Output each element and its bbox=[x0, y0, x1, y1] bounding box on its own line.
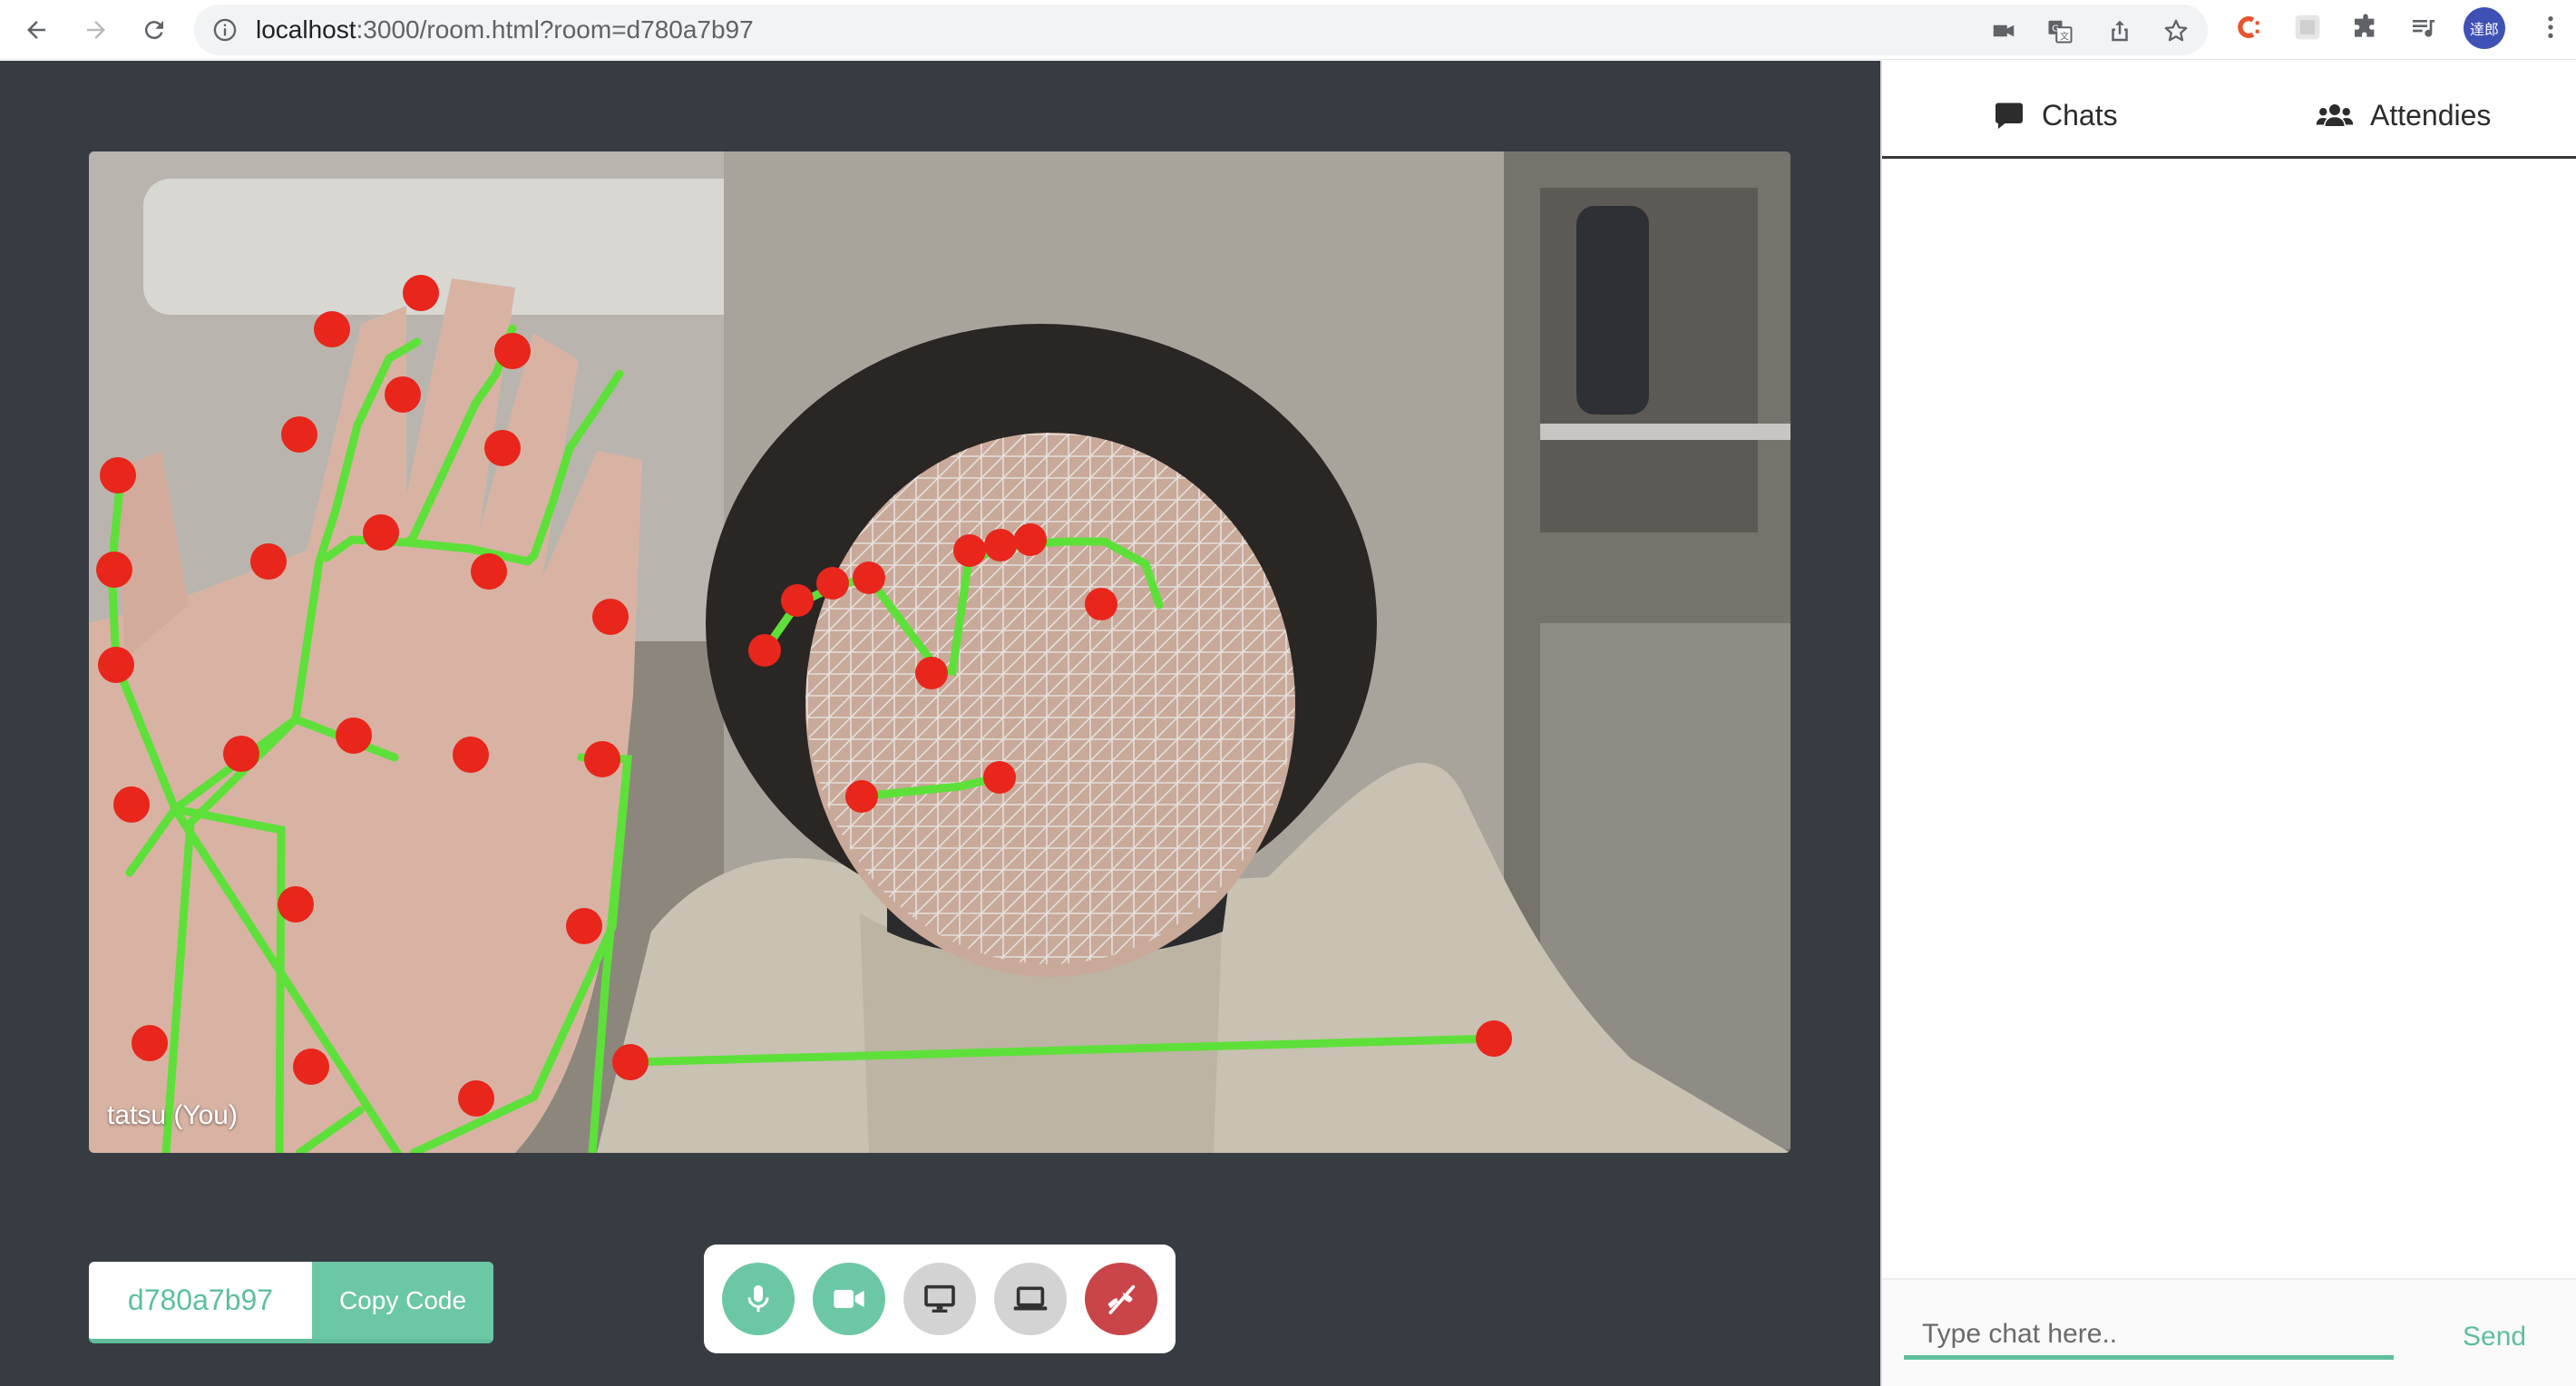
url-host: localhost bbox=[256, 15, 356, 44]
svg-text:文: 文 bbox=[2060, 30, 2069, 42]
browser-toolbar: localhost:3000/room.html?room=d780a7b97 … bbox=[0, 0, 2576, 60]
info-icon[interactable] bbox=[212, 17, 238, 43]
mic-button[interactable] bbox=[722, 1263, 795, 1335]
tab-attendies-label: Attendies bbox=[2370, 98, 2492, 132]
screen-share-button[interactable] bbox=[903, 1263, 976, 1335]
address-bar[interactable]: localhost:3000/room.html?room=d780a7b97 … bbox=[194, 5, 2208, 55]
video-camera-icon bbox=[834, 1290, 864, 1308]
star-icon[interactable] bbox=[2162, 17, 2190, 44]
avatar-text: 達郎 bbox=[2469, 21, 2499, 38]
translate-icon[interactable]: G 文 bbox=[2046, 17, 2073, 44]
laptop-button[interactable] bbox=[994, 1263, 1067, 1335]
video-tile: tatsu (You) bbox=[89, 151, 1791, 1153]
room-code-box: d780a7b97 Copy Code bbox=[89, 1262, 493, 1343]
laptop-icon bbox=[1013, 1286, 1048, 1311]
back-button[interactable] bbox=[15, 8, 58, 52]
camera-icon[interactable] bbox=[1990, 17, 2017, 44]
forward-icon bbox=[87, 21, 105, 39]
share-icon[interactable] bbox=[2106, 17, 2133, 44]
room-code: d780a7b97 bbox=[127, 1284, 274, 1316]
extension-c-icon[interactable] bbox=[2235, 13, 2264, 42]
camera-feed bbox=[89, 151, 1791, 1153]
chat-footer: Send bbox=[1882, 1278, 2576, 1386]
microphone-icon bbox=[747, 1285, 769, 1313]
camera-button[interactable] bbox=[813, 1263, 885, 1335]
tab-chats-label: Chats bbox=[2042, 98, 2118, 132]
puzzle-icon[interactable] bbox=[2351, 13, 2380, 42]
reload-button[interactable] bbox=[132, 8, 176, 52]
phone-slash-icon bbox=[1107, 1284, 1136, 1314]
forward-button[interactable] bbox=[74, 8, 118, 52]
more-vert-icon[interactable] bbox=[2536, 13, 2565, 42]
participant-name: tatsu (You) bbox=[107, 1100, 238, 1130]
end-call-button[interactable] bbox=[1085, 1263, 1157, 1335]
tab-chats[interactable]: Chats bbox=[1993, 97, 2118, 133]
call-controls bbox=[704, 1244, 1176, 1353]
url-text[interactable]: localhost:3000/room.html?room=d780a7b97 bbox=[256, 15, 754, 44]
video-area: tatsu (You) d780a7b97 Copy Code bbox=[0, 61, 1880, 1386]
profile-avatar[interactable]: 達郎 bbox=[2464, 7, 2505, 49]
reload-icon bbox=[144, 21, 163, 40]
copy-code-button[interactable]: Copy Code bbox=[312, 1262, 493, 1339]
chat-bubble-icon bbox=[1995, 102, 2023, 129]
chat-input[interactable] bbox=[1904, 1313, 2394, 1360]
url-path: :3000/room.html?room=d780a7b97 bbox=[356, 15, 754, 44]
tab-attendies[interactable]: Attendies bbox=[2316, 97, 2491, 133]
back-icon bbox=[27, 21, 45, 39]
panel-tabs: Chats Attendies bbox=[1882, 61, 2576, 159]
side-panel: Chats Attendies Send bbox=[1880, 61, 2576, 1386]
send-button[interactable]: Send bbox=[2463, 1322, 2526, 1352]
desktop-icon bbox=[924, 1284, 955, 1313]
svg-text:G: G bbox=[2052, 24, 2059, 34]
users-icon bbox=[2316, 104, 2354, 126]
extension-grid-icon[interactable] bbox=[2293, 13, 2322, 42]
playlist-icon[interactable] bbox=[2409, 13, 2438, 42]
